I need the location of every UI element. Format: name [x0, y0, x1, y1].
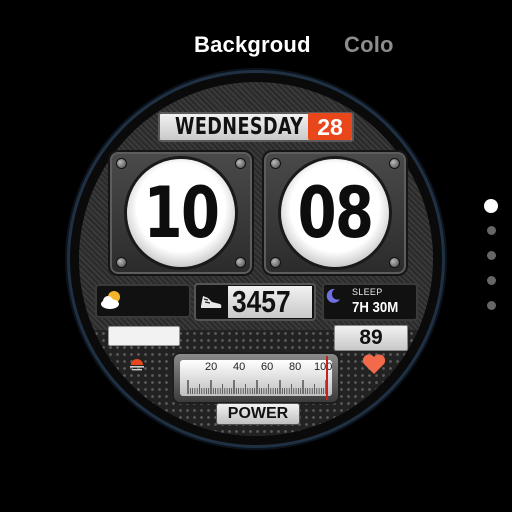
page-dot[interactable] — [487, 251, 496, 260]
minutes-panel: 08 — [262, 150, 408, 276]
gauge-tick-label: 40 — [233, 361, 246, 373]
screw-icon — [116, 158, 127, 169]
screw-icon — [389, 158, 400, 169]
heart-rate-value[interactable]: 89 — [334, 325, 408, 351]
screw-icon — [116, 257, 127, 268]
weekday-label: WEDNESDAY — [175, 114, 304, 140]
page-dot[interactable] — [487, 276, 496, 285]
gauge-tick-label: 20 — [205, 361, 218, 373]
moon-icon — [326, 288, 340, 303]
sleep-value: 7H 30M — [352, 299, 399, 316]
screw-icon — [235, 158, 246, 169]
gauge-tick-label: 80 — [289, 361, 302, 373]
sunset-icon — [130, 359, 144, 371]
screw-icon — [270, 158, 281, 169]
steps-value: 3457 — [232, 284, 291, 319]
hours-panel: 10 — [108, 150, 254, 276]
screw-icon — [389, 257, 400, 268]
page-dot[interactable] — [487, 226, 496, 235]
tab-background[interactable]: Backgroud — [194, 32, 311, 58]
screw-icon — [270, 257, 281, 268]
shoe-icon — [201, 296, 222, 308]
sleep-label: SLEEP — [352, 287, 383, 297]
screw-icon — [235, 257, 246, 268]
date-badge: 28 — [308, 113, 352, 140]
heart-icon — [362, 354, 386, 374]
tab-color[interactable]: Colo — [344, 32, 404, 58]
gauge-tick-label: 60 — [261, 361, 274, 373]
page-dot-active[interactable] — [484, 199, 498, 213]
gauge-ticks — [187, 380, 327, 394]
power-label: POWER — [216, 403, 300, 425]
minutes-value: 08 — [297, 172, 374, 254]
gauge-needle — [326, 356, 328, 400]
page-dot[interactable] — [487, 301, 496, 310]
weather-value-bar — [108, 326, 180, 346]
hours-value: 10 — [143, 172, 220, 254]
gauge-tick-label: 100 — [314, 361, 333, 373]
weather-partly-cloudy-icon — [101, 291, 120, 309]
